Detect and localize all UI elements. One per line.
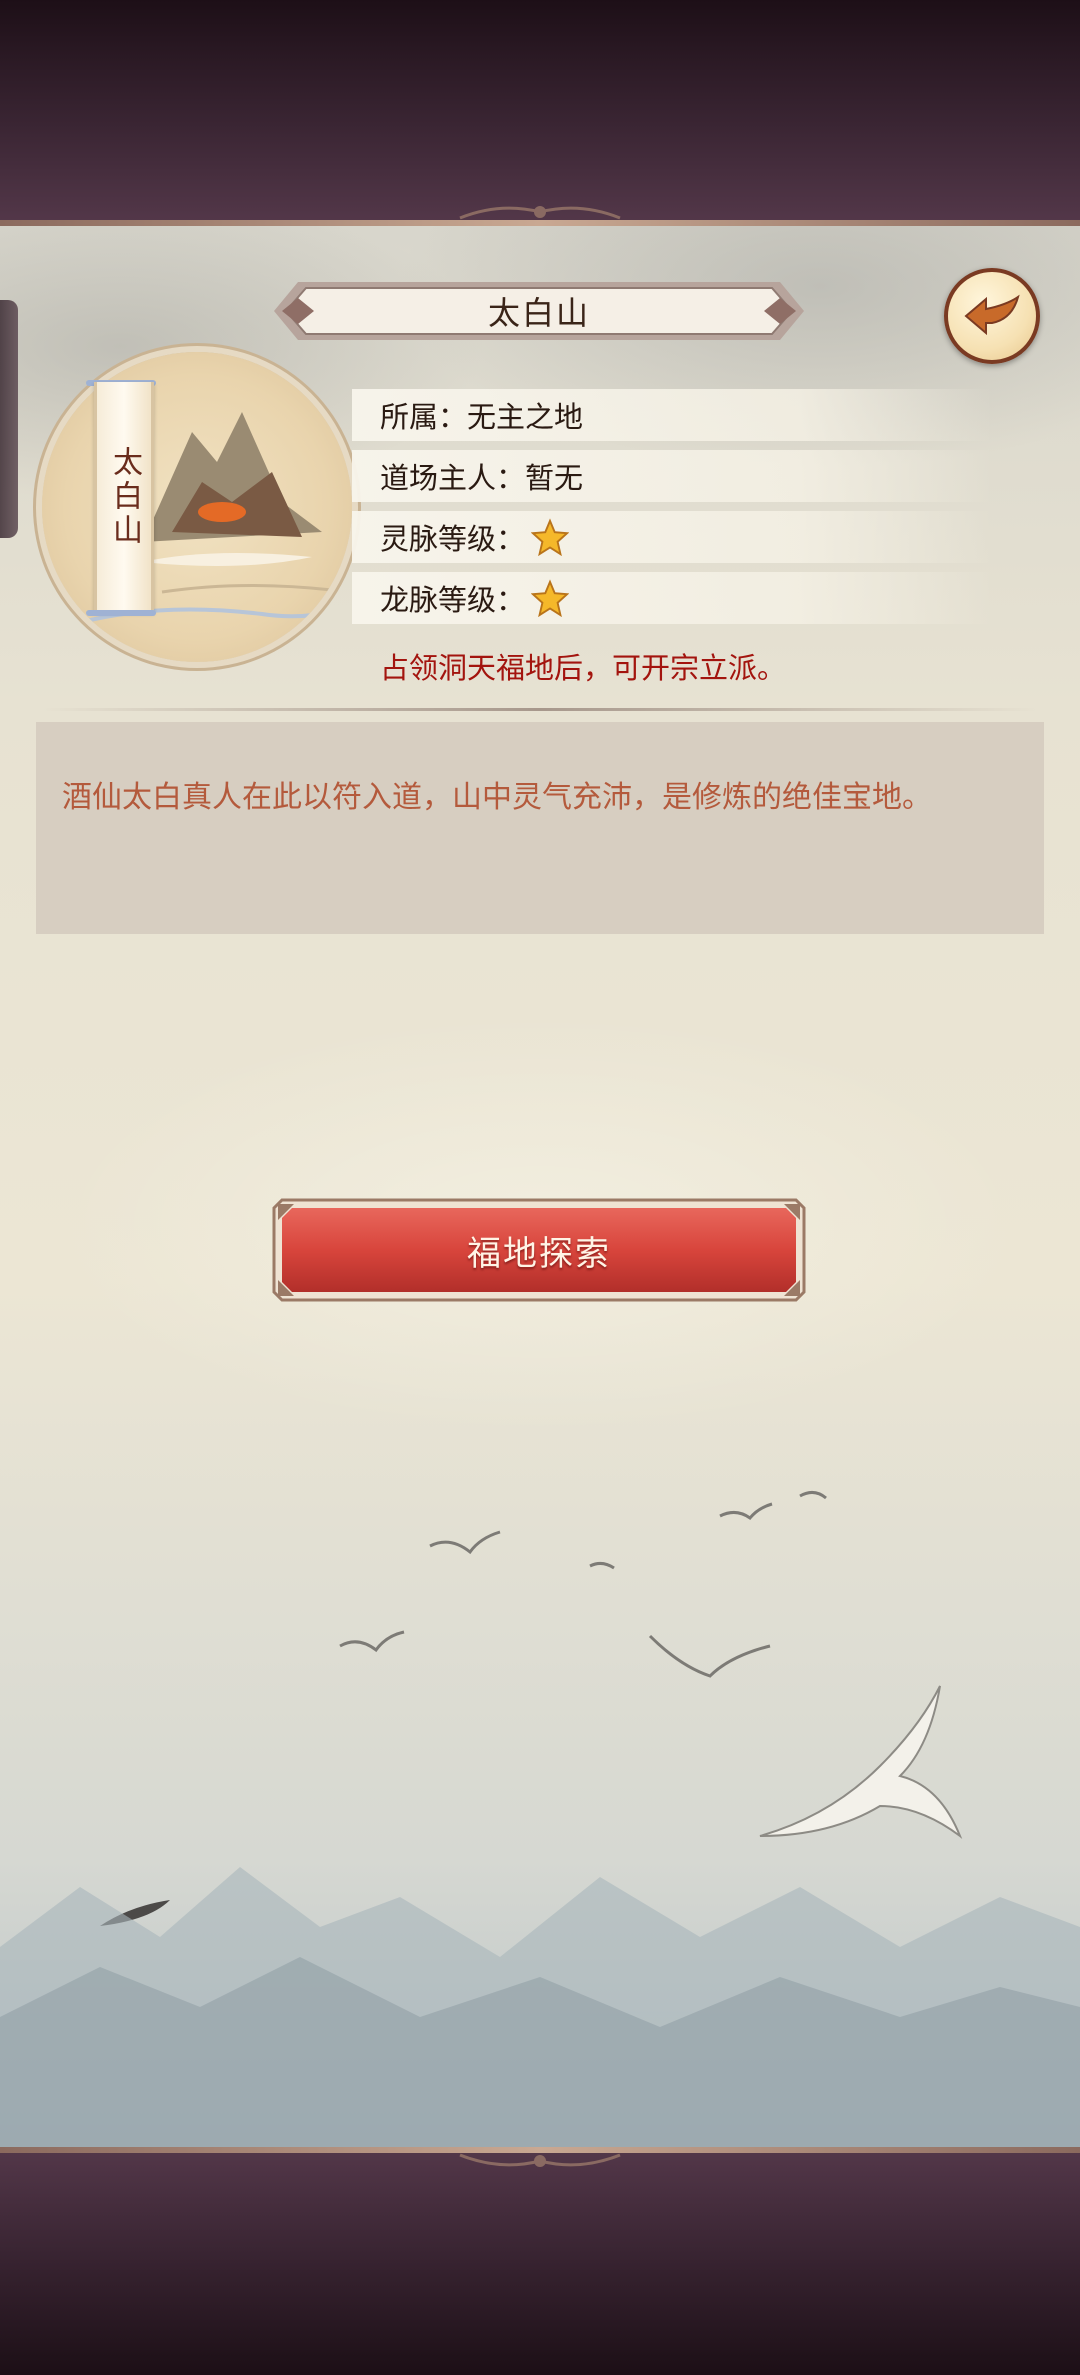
spirit-vein-row: 灵脉等级： [352,511,992,563]
scroll-banner: 太白山 [94,382,154,612]
mountain-backdrop-icon [0,1867,1080,2147]
owner-value: 暂无 [525,461,584,495]
explore-button-label: 福地探索 [467,1233,611,1274]
star-icon [531,518,570,556]
side-tab[interactable] [0,300,18,538]
location-description: 酒仙太白真人在此以符入道，山中灵气充沛，是修炼的绝佳宝地。 [62,780,932,815]
scroll-rod-bottom [86,610,156,616]
location-emblem: 太白山 [42,352,352,662]
bottom-frame [0,2147,1080,2375]
ornament-icon [459,2153,621,2167]
ornament-icon [459,206,621,220]
owner-label: 道场主人： [380,461,526,495]
star-icon [531,579,570,617]
dragon-vein-label: 龙脉等级： [380,583,526,617]
owner-row: 道场主人： 暂无 [352,450,992,502]
affiliation-label: 所属： [380,400,468,434]
scroll-name: 太白山 [107,446,142,548]
section-divider [42,708,1038,711]
location-title: 太白山 [487,294,590,332]
affiliation-value: 无主之地 [467,400,584,434]
occupation-hint: 占领洞天福地后，可开宗立派。 [380,651,787,685]
affiliation-row: 所属： 无主之地 [352,389,992,441]
top-frame [0,0,1080,226]
explore-button[interactable]: 福地探索 [268,1192,810,1308]
title-plate: 太白山 [268,276,810,346]
description-box: 酒仙太白真人在此以符入道，山中灵气充沛，是修炼的绝佳宝地。 [36,722,1044,934]
spirit-vein-label: 灵脉等级： [380,522,526,556]
back-button[interactable] [944,268,1040,364]
dragon-vein-row: 龙脉等级： [352,572,992,624]
back-arrow-icon [964,294,1020,336]
